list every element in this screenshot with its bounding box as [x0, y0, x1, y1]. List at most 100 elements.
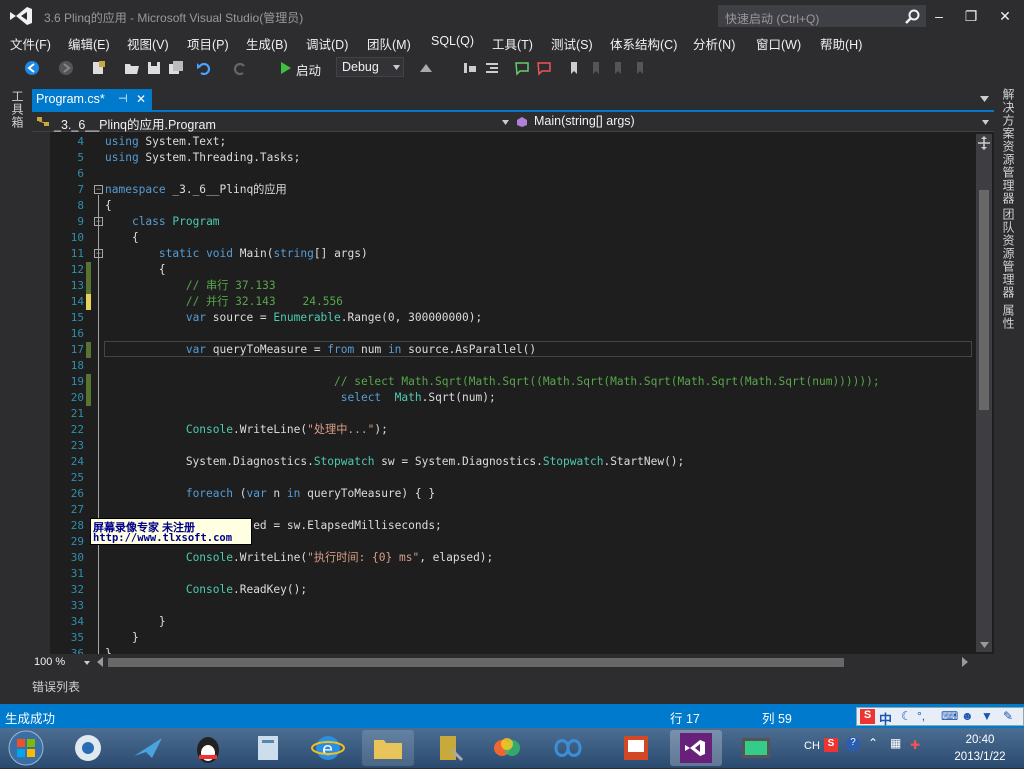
taskbar-explorer-icon[interactable]	[362, 730, 414, 766]
input-language[interactable]: CH	[804, 740, 820, 752]
taskbar-color-icon[interactable]	[482, 730, 534, 766]
scroll-left-icon[interactable]	[97, 657, 103, 667]
taskbar-clock[interactable]: 20:40 2013/1/22	[940, 732, 1020, 766]
code-line[interactable]: // 串行 37.133	[105, 278, 276, 294]
menu-view[interactable]: 视图(V)	[127, 34, 169, 53]
menu-window[interactable]: 窗口(W)	[756, 34, 801, 53]
undo-icon[interactable]	[196, 60, 212, 76]
menu-file[interactable]: 文件(F)	[10, 34, 51, 53]
taskbar-visual-studio-icon[interactable]	[670, 730, 722, 766]
open-file-icon[interactable]	[124, 60, 140, 76]
tray-help-icon[interactable]: ?	[846, 737, 860, 751]
zoom-select[interactable]: 100 %	[34, 656, 92, 670]
tray-network-icon[interactable]: ▦	[890, 736, 901, 750]
code-line[interactable]: {	[105, 262, 166, 278]
prev-bookmark-icon[interactable]	[588, 60, 604, 76]
ime-toolbar[interactable]: S 中 ☾ °, ⌨ ☻ ▼ ✎	[856, 707, 1024, 728]
code-line[interactable]: var source = Enumerable.Range(0, 3000000…	[105, 310, 482, 326]
solution-explorer-tab[interactable]: 解决方案资源管理器	[1000, 88, 1017, 205]
menu-debug[interactable]: 调试(D)	[306, 34, 348, 53]
tray-security-icon[interactable]: ✚	[910, 738, 920, 752]
align-icon[interactable]	[462, 60, 478, 76]
forward-icon[interactable]	[58, 60, 74, 76]
ime-skin-icon[interactable]: ▼	[981, 709, 993, 723]
error-list-tab[interactable]: 错误列表	[32, 678, 80, 695]
menu-build[interactable]: 生成(B)	[246, 34, 288, 53]
new-project-icon[interactable]	[90, 60, 106, 76]
fold-collapse-icon[interactable]: −	[94, 185, 103, 194]
minimize-button[interactable]: –	[926, 6, 952, 26]
code-line[interactable]: }	[105, 614, 166, 630]
code-line[interactable]: select Math.Sqrt(num);	[105, 390, 496, 406]
code-line[interactable]: class Program	[105, 214, 220, 230]
scroll-down-icon[interactable]	[980, 642, 989, 648]
ime-chinese-icon[interactable]: 中	[879, 709, 892, 728]
taskbar-files-icon[interactable]	[242, 730, 294, 766]
code-line[interactable]: // select Math.Sqrt(Math.Sqrt((Math.Sqrt…	[105, 374, 880, 390]
ime-tools-icon[interactable]: ✎	[1003, 709, 1013, 723]
taskbar-bird-icon[interactable]	[122, 730, 174, 766]
taskbar-powerpoint-icon[interactable]	[610, 730, 662, 766]
uncomment-icon[interactable]	[536, 60, 552, 76]
horizontal-scroll-thumb[interactable]	[108, 658, 844, 667]
restore-button[interactable]: ❐	[958, 6, 984, 26]
menu-tools[interactable]: 工具(T)	[492, 34, 533, 53]
tab-close-icon[interactable]: ✕	[136, 92, 146, 106]
menu-sql[interactable]: SQL(Q)	[431, 34, 474, 48]
redo-icon[interactable]	[232, 60, 248, 76]
menu-edit[interactable]: 编辑(E)	[68, 34, 110, 53]
tray-sogou-icon[interactable]: S	[824, 738, 838, 752]
pin-icon[interactable]: ⊣	[118, 92, 128, 105]
windows-start-icon[interactable]	[6, 729, 46, 767]
code-line[interactable]: System.Diagnostics.Stopwatch sw = System…	[105, 454, 684, 470]
code-line[interactable]: using System.Threading.Tasks;	[105, 150, 300, 166]
ime-punct-icon[interactable]: °,	[917, 709, 925, 723]
ime-moon-icon[interactable]: ☾	[901, 709, 912, 723]
split-editor-icon[interactable]	[977, 136, 991, 150]
properties-tab[interactable]: 属性	[1000, 304, 1017, 330]
code-line[interactable]: foreach (var n in queryToMeasure) { }	[105, 486, 435, 502]
code-line[interactable]: Console.WriteLine("处理中...");	[105, 422, 388, 438]
ime-keyboard-icon[interactable]: ⌨	[941, 709, 958, 723]
back-icon[interactable]	[24, 60, 40, 76]
quick-launch-input[interactable]: 快速启动 (Ctrl+Q)	[718, 5, 926, 27]
menu-architecture[interactable]: 体系结构(C)	[610, 34, 677, 53]
code-line[interactable]: {	[105, 198, 112, 214]
vertical-scroll-thumb[interactable]	[979, 190, 989, 410]
menu-help[interactable]: 帮助(H)	[820, 34, 862, 53]
taskbar-media-icon[interactable]	[62, 730, 114, 766]
scroll-right-icon[interactable]	[962, 657, 968, 667]
team-explorer-tab[interactable]: 团队资源管理器	[1000, 208, 1017, 299]
comment-icon[interactable]	[514, 60, 530, 76]
taskbar-recorder-icon[interactable]	[730, 730, 782, 766]
clear-bookmarks-icon[interactable]	[632, 60, 648, 76]
tab-program-cs[interactable]: Program.cs* ⊣ ✕	[32, 89, 152, 111]
code-line[interactable]: // 并行 32.143 24.556	[105, 294, 343, 310]
code-line[interactable]: }	[105, 630, 139, 646]
start-debug-icon[interactable]	[277, 60, 293, 76]
ime-user-icon[interactable]: ☻	[961, 709, 974, 723]
bookmark-icon[interactable]	[566, 60, 582, 76]
menu-team[interactable]: 团队(M)	[367, 34, 411, 53]
menu-test[interactable]: 测试(S)	[551, 34, 593, 53]
code-line[interactable]: using System.Text;	[105, 134, 226, 150]
solution-configuration-select[interactable]: Debug	[336, 57, 404, 77]
attach-icon[interactable]	[418, 60, 434, 76]
menu-analyze[interactable]: 分析(N)	[693, 34, 735, 53]
taskbar-infinity-icon[interactable]	[542, 730, 594, 766]
taskbar-ie-icon[interactable]: e	[302, 730, 354, 766]
taskbar-qq-icon[interactable]	[182, 730, 234, 766]
toolbox-tab[interactable]: 工具箱	[9, 90, 26, 129]
code-line[interactable]: Console.WriteLine("执行时间: {0} ms", elapse…	[105, 550, 493, 566]
next-bookmark-icon[interactable]	[610, 60, 626, 76]
code-line[interactable]: namespace _3._6__Plinq的应用	[105, 182, 287, 198]
taskbar-tools-icon[interactable]	[422, 730, 474, 766]
search-icon[interactable]	[905, 9, 921, 25]
indent-icon[interactable]	[484, 60, 500, 76]
class-selector[interactable]: _3._6__Plinq的应用.Program	[34, 113, 512, 132]
tab-overflow-chevron-icon[interactable]	[980, 96, 989, 102]
code-line[interactable]: Console.ReadKey();	[105, 582, 307, 598]
code-line[interactable]: {	[105, 230, 139, 246]
member-selector[interactable]: Main(string[] args)	[514, 113, 992, 131]
code-line[interactable]: static void Main(string[] args)	[105, 246, 368, 262]
